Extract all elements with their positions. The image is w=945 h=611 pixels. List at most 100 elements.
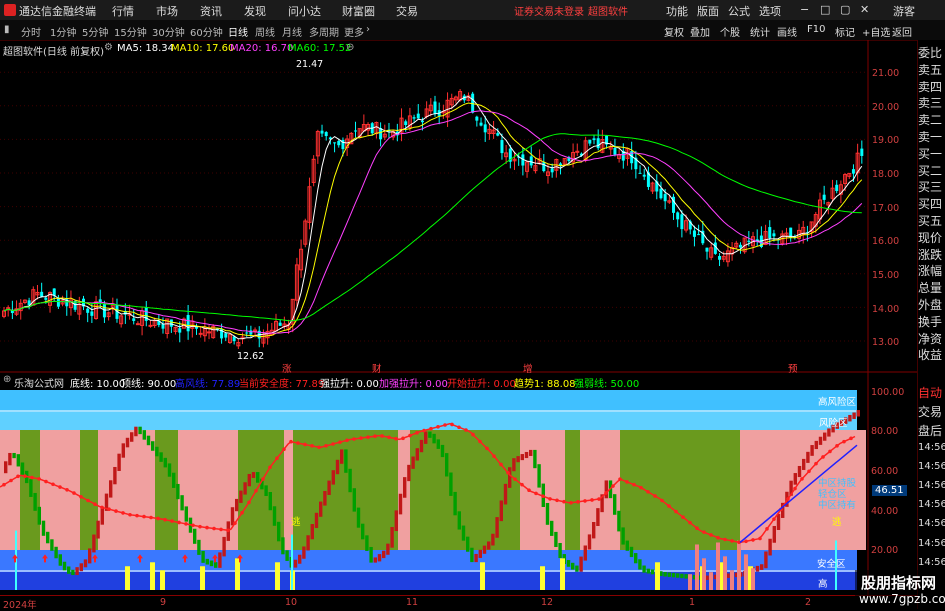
side-panel-item[interactable]: 涨幅 <box>918 262 945 279</box>
menu-ask[interactable]: 问小达 <box>288 3 321 19</box>
candle-body <box>613 147 617 155</box>
event-mark-finance[interactable]: 财 <box>372 361 382 375</box>
minimize-icon[interactable]: − <box>800 3 809 16</box>
side-panel-item[interactable]: 自动 <box>918 384 945 401</box>
stock-button[interactable]: 个股 <box>720 24 740 39</box>
side-panel-item[interactable]: 卖五 <box>918 61 945 78</box>
side-panel-item[interactable]: 买二 <box>918 162 945 179</box>
side-panel-item[interactable]: 买一 <box>918 145 945 162</box>
menu-fortune[interactable]: 财富圈 <box>342 3 375 19</box>
side-panel-item[interactable]: 净资 <box>918 330 945 347</box>
safety-dot <box>674 509 678 514</box>
period-tab-more[interactable]: 更多 <box>344 24 364 39</box>
trend-bar <box>436 439 440 449</box>
more-chevron-icon[interactable]: › <box>366 24 370 35</box>
trend-bar <box>356 507 361 528</box>
safety-dot <box>30 475 34 480</box>
trend-bar <box>554 531 558 547</box>
candle-body <box>851 169 855 174</box>
event-mark-increase[interactable]: 增 <box>523 361 533 375</box>
signal-bar <box>480 562 485 590</box>
zone-band <box>580 430 620 550</box>
side-panel-item[interactable]: 14:56 <box>918 480 945 491</box>
menu-function[interactable]: 功能 <box>666 3 688 19</box>
trend-bar <box>550 520 554 536</box>
f10-button[interactable]: F10 <box>807 24 825 35</box>
period-tab-weekly[interactable]: 周线 <box>255 24 275 39</box>
trade-login-notice[interactable]: 证券交易未登录 <box>514 3 584 18</box>
indicator-expand-icon[interactable]: ⊕ <box>3 374 11 385</box>
period-tab-1min[interactable]: 1分钟 <box>50 24 76 39</box>
side-panel-item[interactable]: 买四 <box>918 195 945 212</box>
period-tab-multi[interactable]: 多周期 <box>309 24 339 39</box>
side-panel-item[interactable]: 收益 <box>918 346 945 363</box>
side-panel-item[interactable]: 14:56 <box>918 499 945 510</box>
side-panel-item[interactable]: 卖一 <box>918 128 945 145</box>
period-tab-15min[interactable]: 15分钟 <box>114 24 147 39</box>
x-axis-label: 2 <box>805 597 812 608</box>
period-tab-5min[interactable]: 5分钟 <box>82 24 108 39</box>
side-panel-item[interactable]: 交易 <box>918 403 945 420</box>
safety-dot <box>506 470 510 475</box>
side-panel-item[interactable]: 14:56 <box>918 557 945 568</box>
side-panel-item[interactable]: 14:56 <box>918 518 945 529</box>
trend-bar <box>193 528 197 544</box>
mark-button[interactable]: 标记 <box>835 24 855 39</box>
trend-bar <box>113 466 117 485</box>
menu-layout[interactable]: 版面 <box>697 3 719 19</box>
overlay-button[interactable]: 叠加 <box>690 24 710 39</box>
side-panel-item[interactable]: 卖三 <box>918 94 945 111</box>
close-icon[interactable]: ✕ <box>860 3 869 16</box>
side-panel-item[interactable]: 买五 <box>918 212 945 229</box>
price-chart[interactable] <box>0 40 918 595</box>
candle-body <box>638 172 642 174</box>
side-panel-item[interactable]: 买三 <box>918 178 945 195</box>
period-tab-intraday[interactable]: 分时 <box>21 24 41 39</box>
candle-body <box>747 240 751 242</box>
side-panel-item[interactable]: 换手 <box>918 313 945 330</box>
trend-bar <box>96 520 100 539</box>
side-panel-item[interactable]: 14:56 <box>918 442 945 453</box>
candle-body <box>663 194 667 202</box>
draw-button[interactable]: 画线 <box>777 24 797 39</box>
event-mark-forecast[interactable]: 预 <box>788 361 798 375</box>
menu-news[interactable]: 资讯 <box>200 3 222 19</box>
side-panel-item[interactable]: 14:56 <box>918 461 945 472</box>
menu-trade[interactable]: 交易 <box>396 3 418 19</box>
period-tab-60min[interactable]: 60分钟 <box>190 24 223 39</box>
guest-label[interactable]: 游客 <box>893 3 915 19</box>
restore-icon[interactable]: □ <box>820 3 830 16</box>
menu-discover[interactable]: 发现 <box>244 3 266 19</box>
side-panel-item[interactable]: 总量 <box>918 279 945 296</box>
back-button[interactable]: 返回 <box>892 24 912 39</box>
side-panel-item[interactable]: 现价 <box>918 229 945 246</box>
menu-market[interactable]: 市场 <box>156 3 178 19</box>
period-tab-monthly[interactable]: 月线 <box>282 24 302 39</box>
menu-options[interactable]: 选项 <box>759 3 781 19</box>
side-panel-item[interactable]: 委比 <box>918 44 945 61</box>
period-tab-30min[interactable]: 30分钟 <box>152 24 185 39</box>
menu-formula[interactable]: 公式 <box>728 3 750 19</box>
side-panel-item[interactable]: 卖二 <box>918 111 945 128</box>
menu-toggle-icon[interactable]: ▮ <box>4 24 10 35</box>
stats-button[interactable]: 统计 <box>750 24 770 39</box>
side-panel-item[interactable]: 14:56 <box>918 538 945 549</box>
side-panel-item[interactable]: 外盘 <box>918 296 945 313</box>
add-watchlist-button[interactable]: +自选 <box>862 24 890 39</box>
period-tab-daily[interactable]: 日线 <box>228 24 248 39</box>
x-axis-label: 12 <box>541 597 554 608</box>
menu-quotes[interactable]: 行情 <box>112 3 134 19</box>
side-panel-item[interactable]: 卖四 <box>918 78 945 95</box>
price-tick: 16.00 <box>872 236 900 247</box>
maximize-icon[interactable]: ▢ <box>840 3 850 16</box>
price-tick: 17.00 <box>872 203 900 214</box>
safety-dot <box>205 525 209 530</box>
event-mark-rise[interactable]: 涨 <box>282 361 292 375</box>
trend-bar <box>856 410 860 417</box>
trend-bar <box>172 472 176 488</box>
side-panel-item[interactable]: 涨跌 <box>918 246 945 263</box>
candle-body <box>420 120 424 123</box>
adjust-button[interactable]: 复权 <box>664 24 684 39</box>
side-panel-item[interactable]: 盘后 <box>918 422 945 439</box>
trend-bar <box>642 565 646 573</box>
